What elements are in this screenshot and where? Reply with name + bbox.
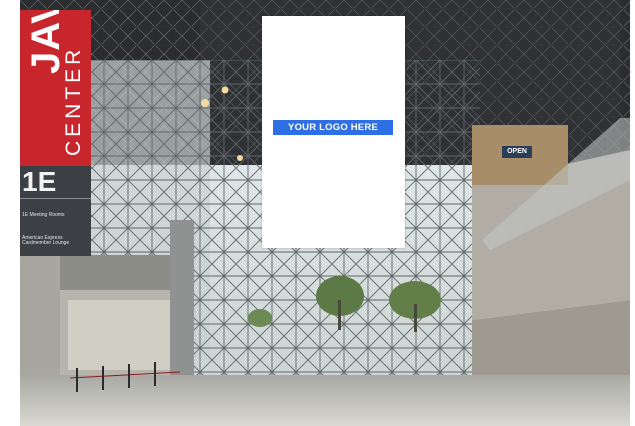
open-sign: OPEN — [502, 146, 532, 158]
directory-line-3: American Express Cardmember Lounge — [22, 235, 70, 246]
directory-sign: 1E 1E Meeting Rooms American Express Car… — [20, 166, 91, 256]
photo-frame: JAVITS CENTER 1E 1E Meeting Rooms Americ… — [20, 0, 630, 426]
logo-placeholder: YOUR LOGO HERE — [273, 120, 393, 135]
sign-divider — [20, 198, 91, 199]
sign-sub-word: CENTER — [62, 45, 85, 156]
directory-line-1: 1E Meeting Rooms — [22, 212, 65, 218]
floor — [20, 375, 630, 426]
hall-label: 1E — [22, 166, 57, 197]
venue-sign: JAVITS CENTER — [20, 10, 91, 166]
hanging-banner: YOUR LOGO HERE — [262, 16, 405, 248]
